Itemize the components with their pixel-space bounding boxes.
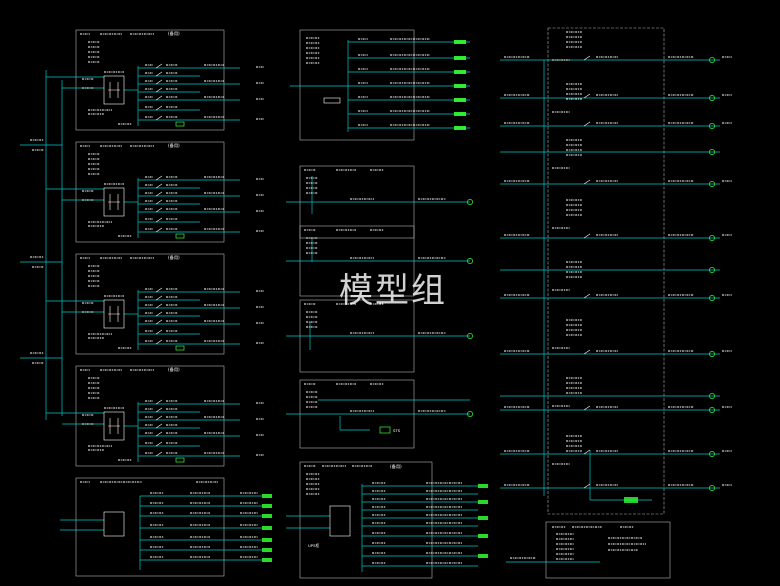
panel-caption: (备用) [390, 463, 402, 470]
feeder-load-block [262, 548, 272, 552]
transformer-symbol [323, 97, 341, 104]
sts-label: STS [393, 428, 401, 433]
feeder-load-block [262, 514, 272, 518]
breaker-symbol [583, 293, 591, 299]
breaker-symbol [155, 227, 163, 233]
feeder-load-block [454, 56, 466, 60]
breaker-symbol [155, 415, 163, 421]
ups-unit-symbol [103, 511, 125, 537]
bus-lines [20, 40, 591, 572]
breaker-symbol [155, 339, 163, 345]
meter-symbol [175, 233, 185, 239]
breaker-symbol [155, 399, 163, 405]
breaker-symbol [583, 121, 591, 127]
feeder-load-block [454, 40, 466, 44]
breaker-symbol [583, 483, 591, 489]
right-panel-frame [547, 27, 665, 515]
feeder-load-block [478, 500, 488, 504]
rectifier-symbol [108, 306, 120, 322]
sts-symbol [379, 426, 391, 434]
feeder-load-block [624, 497, 638, 503]
breaker-symbol [155, 175, 163, 181]
breaker-symbol [155, 295, 163, 301]
breaker-symbol [155, 105, 163, 111]
feeder-load-block [262, 558, 272, 562]
panel-caption: (备用) [168, 366, 180, 373]
breaker-symbol [155, 217, 163, 223]
ups-panel-frame [75, 141, 225, 243]
breaker-symbol [155, 183, 163, 189]
breaker-symbol [583, 349, 591, 355]
ups-unit-symbol [329, 505, 351, 537]
feeder-load-block [262, 494, 272, 498]
breaker-symbol [155, 431, 163, 437]
feeder-load-block [262, 526, 272, 530]
breaker-symbol [583, 233, 591, 239]
ups-panel-frame [75, 365, 225, 467]
feeder-load-block [478, 484, 488, 488]
rectifier-symbol [108, 194, 120, 210]
breaker-symbol [155, 63, 163, 69]
rectifier-symbol [108, 82, 120, 98]
meter-symbol [175, 121, 185, 127]
panel-caption: (备用) [168, 142, 180, 149]
panel-caption: (备用) [168, 254, 180, 261]
panel-caption: (备用) [168, 30, 180, 37]
breaker-symbol [155, 303, 163, 309]
ups-label: UPS柜 [308, 543, 319, 548]
breaker-symbol [155, 451, 163, 457]
breaker-symbol [155, 287, 163, 293]
feeder-load-block [478, 554, 488, 558]
feeder-load-block [454, 112, 466, 116]
feeder-load-block [478, 516, 488, 520]
feeder-load-block [454, 126, 466, 130]
breaker-symbol [583, 93, 591, 99]
feeder-load-block [478, 534, 488, 538]
breaker-symbol [155, 95, 163, 101]
breaker-symbol [155, 441, 163, 447]
breaker-symbol [583, 405, 591, 411]
feeder-load-block [262, 504, 272, 508]
breaker-symbol [155, 71, 163, 77]
breaker-symbol [155, 115, 163, 121]
breaker-symbol [155, 87, 163, 93]
feeder-load-block [262, 538, 272, 542]
feeder-load-block [454, 98, 466, 102]
breaker-symbol [155, 311, 163, 317]
meter-symbol [175, 345, 185, 351]
breaker-symbol [155, 329, 163, 335]
feeder-load-block [454, 84, 466, 88]
ups-panel-frame [75, 29, 225, 131]
breaker-symbol [155, 79, 163, 85]
breaker-symbol [583, 179, 591, 185]
meter-symbol [175, 457, 185, 463]
watermark-text: 模型组 [339, 271, 447, 311]
breaker-symbol [155, 207, 163, 213]
ups-panel-frame [75, 253, 225, 355]
breaker-symbol [155, 199, 163, 205]
breaker-symbol [583, 55, 591, 61]
feeder-load-block [454, 70, 466, 74]
rectifier-symbol [108, 418, 120, 434]
breaker-symbol [155, 423, 163, 429]
breaker-symbol [583, 449, 591, 455]
breaker-symbol [155, 319, 163, 325]
breaker-symbol [155, 407, 163, 413]
middle-panel-frame [299, 29, 415, 141]
cad-viewport[interactable]: (备用) (备用) (备用) (备用) STS (备用) UPS柜 模型组 [0, 0, 780, 586]
breaker-symbol [155, 191, 163, 197]
